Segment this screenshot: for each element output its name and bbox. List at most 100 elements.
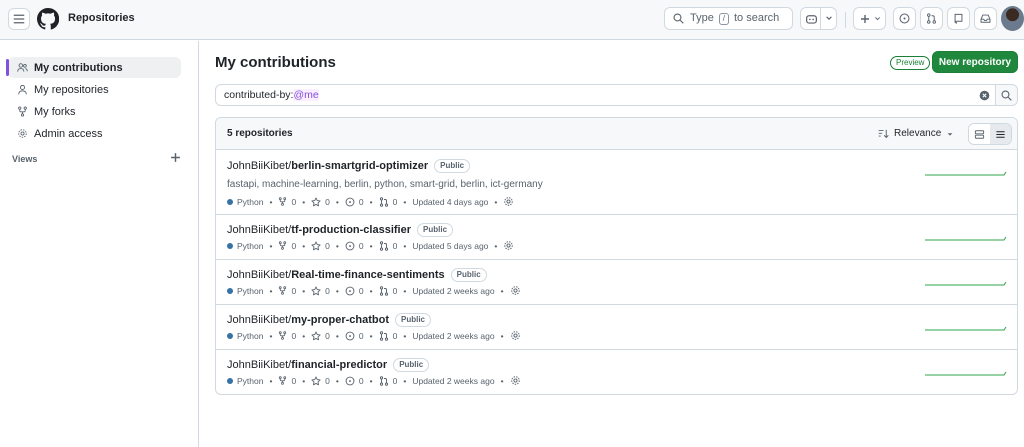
pull-request-icon — [379, 196, 388, 207]
repo-link[interactable]: JohnBiiKibet/Real-time-finance-sentiment… — [227, 268, 487, 282]
copilot-button[interactable] — [800, 7, 837, 30]
language-color-dot — [227, 287, 233, 294]
repo-link[interactable]: JohnBiiKibet/my-proper-chatbot Public — [227, 313, 432, 327]
repo-meta: Python • 0 • 0 • 0 • 0 • Updated 2 weeks ago • — [227, 330, 521, 341]
header-divider — [845, 12, 846, 28]
table-row[interactable]: JohnBiiKibet/tf-production-classifier Pub… — [216, 215, 1017, 260]
filter-search-button[interactable] — [995, 84, 1018, 106]
preview-badge[interactable]: Preview — [890, 56, 931, 70]
create-new-button[interactable] — [853, 7, 886, 30]
fork-count[interactable]: 0 — [291, 241, 296, 251]
sidebar-item-my-forks[interactable]: My forks — [8, 101, 181, 122]
fork-count[interactable]: 0 — [291, 376, 296, 386]
issue-opened-icon — [345, 197, 355, 206]
star-count[interactable]: 0 — [325, 286, 330, 296]
issues-button[interactable] — [893, 7, 916, 30]
view-cards-button[interactable] — [969, 124, 990, 144]
table-row[interactable]: JohnBiiKibet/Real-time-finance-sentiment… — [216, 260, 1017, 305]
repo-link[interactable]: JohnBiiKibet/tf-production-classifier Pub… — [227, 223, 454, 237]
repo-language: Python — [237, 240, 264, 251]
issue-count[interactable]: 0 — [359, 286, 364, 296]
new-repository-button[interactable]: New repository — [932, 51, 1018, 73]
fork-count[interactable]: 0 — [291, 331, 296, 341]
separator-dot: • — [335, 285, 339, 296]
star-icon — [311, 376, 321, 385]
fork-count[interactable]: 0 — [291, 197, 296, 207]
separator-dot: • — [269, 375, 273, 386]
separator-dot: • — [269, 330, 273, 341]
chevron-down-icon[interactable] — [825, 14, 833, 22]
separator-dot: • — [302, 240, 306, 251]
separator-dot: • — [269, 196, 273, 207]
sidebar-item-my-repositories[interactable]: My repositories — [8, 79, 181, 100]
pr-count[interactable]: 0 — [393, 241, 398, 251]
pr-count[interactable]: 0 — [393, 376, 398, 386]
activity-sparkline — [925, 171, 1007, 176]
sidebar-item-label: My contributions — [34, 61, 123, 74]
inbox-icon — [980, 14, 991, 23]
separator-dot: • — [269, 285, 273, 296]
inbox-button[interactable] — [974, 7, 997, 30]
filter-qualifier: contributed-by: — [224, 89, 294, 101]
repo-owner: JohnBiiKibet/ — [227, 269, 292, 281]
separator-dot: • — [302, 196, 306, 207]
view-list-button[interactable] — [990, 124, 1011, 144]
pull-requests-button[interactable] — [920, 7, 943, 30]
pr-count[interactable]: 0 — [393, 331, 398, 341]
table-row[interactable]: JohnBiiKibet/berlin-smartgrid-optimizer P… — [216, 151, 1017, 215]
table-row[interactable]: JohnBiiKibet/my-proper-chatbot Public Pyth… — [216, 305, 1017, 350]
fork-icon — [279, 286, 287, 295]
visibility-badge: Public — [395, 313, 432, 327]
clear-circle-icon[interactable] — [979, 90, 990, 101]
menu-button[interactable] — [8, 8, 30, 30]
pull-request-icon — [379, 285, 388, 296]
separator-dot: • — [335, 196, 339, 207]
star-count[interactable]: 0 — [325, 331, 330, 341]
repo-link[interactable]: JohnBiiKibet/berlin-smartgrid-optimizer P… — [227, 159, 471, 173]
gear-icon[interactable] — [510, 285, 521, 296]
issue-count[interactable]: 0 — [359, 331, 364, 341]
avatar[interactable] — [1001, 6, 1024, 31]
list-header: 5 repositories Relevance — [216, 118, 1017, 150]
gear-icon[interactable] — [503, 240, 514, 251]
repo-meta: Python • 0 • 0 • 0 • 0 • Updated 2 weeks ago • — [227, 375, 521, 386]
gear-icon[interactable] — [503, 196, 514, 207]
repo-meta: Python • 0 • 0 • 0 • 0 • Updated 4 days ago • — [227, 196, 514, 207]
star-count[interactable]: 0 — [325, 376, 330, 386]
filter-input[interactable]: contributed-by: @me — [215, 84, 996, 106]
separator-dot: • — [403, 196, 407, 207]
page-context-title[interactable]: Repositories — [68, 12, 135, 24]
gear-icon[interactable] — [510, 330, 521, 341]
pr-count[interactable]: 0 — [393, 286, 398, 296]
github-logo-icon[interactable] — [37, 8, 59, 30]
star-count[interactable]: 0 — [325, 197, 330, 207]
updated-time: Updated 2 weeks ago — [412, 330, 495, 341]
fork-count[interactable]: 0 — [291, 286, 296, 296]
issue-count[interactable]: 0 — [359, 197, 364, 207]
repo-name: berlin-smartgrid-optimizer — [291, 160, 429, 172]
separator-dot: • — [500, 375, 504, 386]
star-count[interactable]: 0 — [325, 241, 330, 251]
separator-dot: • — [403, 375, 407, 386]
repositories-button[interactable] — [947, 7, 970, 30]
sort-desc-icon — [878, 129, 889, 138]
repo-name: tf-production-classifier — [291, 224, 412, 236]
sidebar-item-admin-access[interactable]: Admin access — [8, 123, 181, 144]
separator-dot: • — [335, 240, 339, 251]
table-row[interactable]: JohnBiiKibet/financial-predictor Public Py… — [216, 350, 1017, 394]
gear-icon[interactable] — [510, 375, 521, 386]
repo-link[interactable]: JohnBiiKibet/financial-predictor Public — [227, 358, 430, 372]
repo-language: Python — [237, 285, 264, 296]
issue-count[interactable]: 0 — [359, 376, 364, 386]
search-input[interactable]: Type / to search — [664, 7, 793, 30]
sort-dropdown[interactable]: Relevance — [878, 128, 954, 139]
view-toggle — [968, 123, 1012, 145]
add-view-plus-icon[interactable] — [170, 152, 181, 163]
visibility-badge: Public — [450, 268, 487, 282]
issue-count[interactable]: 0 — [359, 241, 364, 251]
pr-count[interactable]: 0 — [393, 197, 398, 207]
separator-dot: • — [500, 330, 504, 341]
sidebar-item-my-contributions[interactable]: My contributions — [6, 57, 181, 78]
language-color-dot — [227, 332, 233, 339]
sort-label: Relevance — [894, 128, 942, 139]
